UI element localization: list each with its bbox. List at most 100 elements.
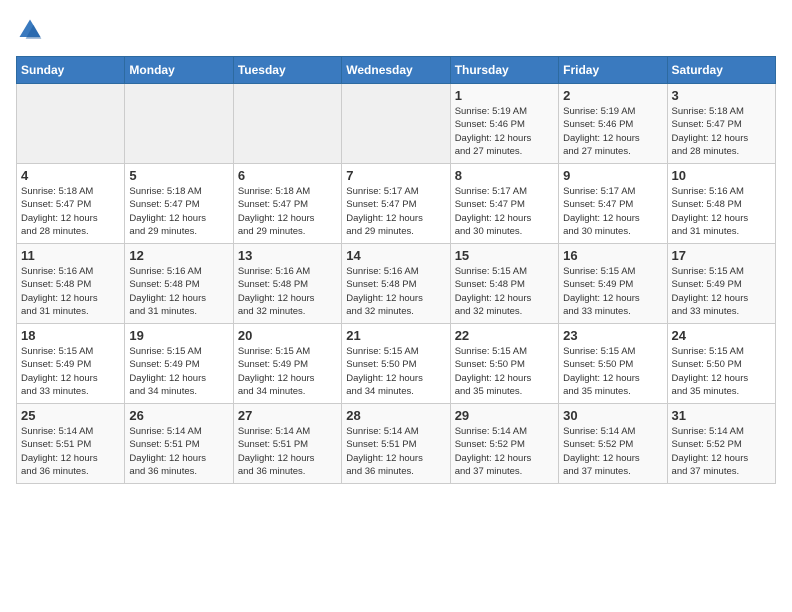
day-number: 5 [129,168,228,183]
day-cell: 20 Sunrise: 5:15 AM Sunset: 5:49 PM Dayli… [233,324,341,404]
day-number: 16 [563,248,662,263]
day-cell: 16 Sunrise: 5:15 AM Sunset: 5:49 PM Dayli… [559,244,667,324]
day-cell: 17 Sunrise: 5:15 AM Sunset: 5:49 PM Dayli… [667,244,775,324]
day-info: Sunrise: 5:19 AM Sunset: 5:46 PM Dayligh… [563,105,662,158]
col-header-friday: Friday [559,57,667,84]
day-number: 20 [238,328,337,343]
day-number: 1 [455,88,554,103]
day-info: Sunrise: 5:19 AM Sunset: 5:46 PM Dayligh… [455,105,554,158]
col-header-monday: Monday [125,57,233,84]
day-number: 2 [563,88,662,103]
week-row-5: 25 Sunrise: 5:14 AM Sunset: 5:51 PM Dayli… [17,404,776,484]
day-cell: 15Sunrise: 5:15 AM Sunset: 5:48 PM Dayli… [450,244,558,324]
day-info: Sunrise: 5:15 AM Sunset: 5:49 PM Dayligh… [238,345,337,398]
day-info: Sunrise: 5:15 AM Sunset: 5:50 PM Dayligh… [672,345,771,398]
day-info: Sunrise: 5:15 AM Sunset: 5:49 PM Dayligh… [21,345,120,398]
day-number: 9 [563,168,662,183]
day-cell: 31Sunrise: 5:14 AM Sunset: 5:52 PM Dayli… [667,404,775,484]
col-header-tuesday: Tuesday [233,57,341,84]
day-info: Sunrise: 5:15 AM Sunset: 5:49 PM Dayligh… [672,265,771,318]
day-info: Sunrise: 5:16 AM Sunset: 5:48 PM Dayligh… [21,265,120,318]
day-cell: 12 Sunrise: 5:16 AM Sunset: 5:48 PM Dayli… [125,244,233,324]
day-info: Sunrise: 5:17 AM Sunset: 5:47 PM Dayligh… [346,185,445,238]
day-cell: 21Sunrise: 5:15 AM Sunset: 5:50 PM Dayli… [342,324,450,404]
day-info: Sunrise: 5:15 AM Sunset: 5:48 PM Dayligh… [455,265,554,318]
day-number: 8 [455,168,554,183]
day-info: Sunrise: 5:16 AM Sunset: 5:48 PM Dayligh… [238,265,337,318]
week-row-2: 4 Sunrise: 5:18 AM Sunset: 5:47 PM Daylig… [17,164,776,244]
calendar-header-row: SundayMondayTuesdayWednesdayThursdayFrid… [17,57,776,84]
day-number: 26 [129,408,228,423]
day-number: 19 [129,328,228,343]
day-number: 22 [455,328,554,343]
day-number: 12 [129,248,228,263]
day-cell: 6Sunrise: 5:18 AM Sunset: 5:47 PM Daylig… [233,164,341,244]
day-cell: 13 Sunrise: 5:16 AM Sunset: 5:48 PM Dayli… [233,244,341,324]
day-info: Sunrise: 5:14 AM Sunset: 5:51 PM Dayligh… [21,425,120,478]
day-cell: 27 Sunrise: 5:14 AM Sunset: 5:51 PM Dayli… [233,404,341,484]
day-number: 11 [21,248,120,263]
day-cell: 29Sunrise: 5:14 AM Sunset: 5:52 PM Dayli… [450,404,558,484]
day-cell [342,84,450,164]
logo-icon [16,16,44,44]
day-info: Sunrise: 5:18 AM Sunset: 5:47 PM Dayligh… [672,105,771,158]
day-info: Sunrise: 5:18 AM Sunset: 5:47 PM Dayligh… [129,185,228,238]
day-cell: 9 Sunrise: 5:17 AM Sunset: 5:47 PM Daylig… [559,164,667,244]
day-cell: 2 Sunrise: 5:19 AM Sunset: 5:46 PM Daylig… [559,84,667,164]
day-cell: 7 Sunrise: 5:17 AM Sunset: 5:47 PM Daylig… [342,164,450,244]
day-number: 7 [346,168,445,183]
day-number: 17 [672,248,771,263]
day-number: 28 [346,408,445,423]
day-number: 27 [238,408,337,423]
col-header-sunday: Sunday [17,57,125,84]
day-cell: 4 Sunrise: 5:18 AM Sunset: 5:47 PM Daylig… [17,164,125,244]
day-info: Sunrise: 5:16 AM Sunset: 5:48 PM Dayligh… [346,265,445,318]
day-number: 14 [346,248,445,263]
day-info: Sunrise: 5:15 AM Sunset: 5:49 PM Dayligh… [563,265,662,318]
day-number: 4 [21,168,120,183]
day-number: 6 [238,168,337,183]
day-info: Sunrise: 5:14 AM Sunset: 5:51 PM Dayligh… [346,425,445,478]
day-cell: 24 Sunrise: 5:15 AM Sunset: 5:50 PM Dayli… [667,324,775,404]
day-cell: 10 Sunrise: 5:16 AM Sunset: 5:48 PM Dayli… [667,164,775,244]
day-cell [125,84,233,164]
day-number: 25 [21,408,120,423]
day-number: 24 [672,328,771,343]
day-number: 18 [21,328,120,343]
day-info: Sunrise: 5:16 AM Sunset: 5:48 PM Dayligh… [672,185,771,238]
day-number: 30 [563,408,662,423]
day-cell: 30 Sunrise: 5:14 AM Sunset: 5:52 PM Dayli… [559,404,667,484]
day-cell: 3 Sunrise: 5:18 AM Sunset: 5:47 PM Daylig… [667,84,775,164]
day-info: Sunrise: 5:16 AM Sunset: 5:48 PM Dayligh… [129,265,228,318]
calendar-table: SundayMondayTuesdayWednesdayThursdayFrid… [16,56,776,484]
day-info: Sunrise: 5:15 AM Sunset: 5:50 PM Dayligh… [563,345,662,398]
day-info: Sunrise: 5:18 AM Sunset: 5:47 PM Dayligh… [21,185,120,238]
day-cell [17,84,125,164]
day-info: Sunrise: 5:14 AM Sunset: 5:52 PM Dayligh… [563,425,662,478]
day-cell: 8 Sunrise: 5:17 AM Sunset: 5:47 PM Daylig… [450,164,558,244]
day-number: 13 [238,248,337,263]
day-cell: 1 Sunrise: 5:19 AM Sunset: 5:46 PM Daylig… [450,84,558,164]
day-cell: 25 Sunrise: 5:14 AM Sunset: 5:51 PM Dayli… [17,404,125,484]
day-info: Sunrise: 5:17 AM Sunset: 5:47 PM Dayligh… [455,185,554,238]
day-cell [233,84,341,164]
day-info: Sunrise: 5:14 AM Sunset: 5:51 PM Dayligh… [238,425,337,478]
day-info: Sunrise: 5:14 AM Sunset: 5:51 PM Dayligh… [129,425,228,478]
day-cell: 23Sunrise: 5:15 AM Sunset: 5:50 PM Dayli… [559,324,667,404]
week-row-4: 18 Sunrise: 5:15 AM Sunset: 5:49 PM Dayli… [17,324,776,404]
day-number: 10 [672,168,771,183]
day-cell: 18 Sunrise: 5:15 AM Sunset: 5:49 PM Dayli… [17,324,125,404]
logo [16,16,48,44]
day-cell: 11 Sunrise: 5:16 AM Sunset: 5:48 PM Dayli… [17,244,125,324]
col-header-saturday: Saturday [667,57,775,84]
day-cell: 19Sunrise: 5:15 AM Sunset: 5:49 PM Dayli… [125,324,233,404]
day-cell: 28 Sunrise: 5:14 AM Sunset: 5:51 PM Dayli… [342,404,450,484]
col-header-wednesday: Wednesday [342,57,450,84]
day-number: 31 [672,408,771,423]
day-info: Sunrise: 5:14 AM Sunset: 5:52 PM Dayligh… [455,425,554,478]
week-row-1: 1 Sunrise: 5:19 AM Sunset: 5:46 PM Daylig… [17,84,776,164]
day-number: 3 [672,88,771,103]
day-info: Sunrise: 5:17 AM Sunset: 5:47 PM Dayligh… [563,185,662,238]
day-cell: 22 Sunrise: 5:15 AM Sunset: 5:50 PM Dayli… [450,324,558,404]
day-info: Sunrise: 5:15 AM Sunset: 5:50 PM Dayligh… [455,345,554,398]
